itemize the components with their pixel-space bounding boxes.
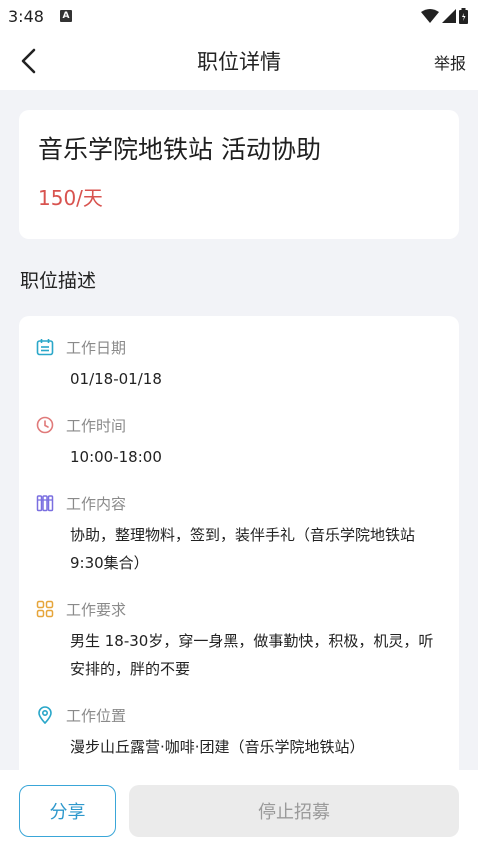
share-button[interactable]: 分享 [19,785,116,837]
report-button[interactable]: 举报 [434,50,466,74]
detail-work-requirements: 工作要求 男生 18-30岁，穿一身黑，做事勤快，积极，机灵，听安排的，胖的不要 [35,598,443,683]
wifi-icon [421,9,439,23]
battery-icon [459,8,468,24]
clock-icon [35,415,55,435]
detail-work-location: 工作位置 漫步山丘露营·咖啡·团建（音乐学院地铁站） [35,704,443,761]
signal-icon [442,9,456,23]
calendar-icon [35,337,55,357]
detail-value: 10:00-18:00 [70,448,162,466]
detail-value: 协助，整理物料，签到，装伴手礼（音乐学院地铁站9:30集合） [70,526,416,572]
status-time: 3:48 [8,6,44,26]
main-content: 音乐学院地铁站 活动协助 150/天 职位描述 工作日期 01/18-01/18… [0,90,478,786]
bottom-action-bar: 分享 停止招募 [0,770,478,850]
detail-label: 工作位置 [66,706,127,725]
page-title: 职位详情 [197,50,281,74]
detail-work-time: 工作时间 10:00-18:00 [35,414,443,471]
detail-label: 工作日期 [66,338,127,357]
job-card: 音乐学院地铁站 活动协助 150/天 [19,110,459,239]
requirements-icon [35,599,55,619]
detail-work-content: 工作内容 协助，整理物料，签到，装伴手礼（音乐学院地铁站9:30集合） [35,492,443,577]
detail-work-date: 工作日期 01/18-01/18 [35,336,443,393]
nav-bar: 职位详情 举报 [0,32,478,90]
stop-recruiting-button[interactable]: 停止招募 [129,785,459,837]
content-icon [35,493,55,513]
detail-value: 男生 18-30岁，穿一身黑，做事勤快，积极，机灵，听安排的，胖的不要 [70,632,434,678]
detail-label: 工作内容 [66,494,127,513]
detail-value: 漫步山丘露营·咖啡·团建（音乐学院地铁站） [70,738,365,756]
location-icon [35,705,55,725]
description-card: 工作日期 01/18-01/18 工作时间 10:00-18:00 工作内容 协… [19,316,459,786]
notification-icon: A [59,10,72,22]
status-bar: 3:48 A [0,0,478,32]
section-title: 职位描述 [20,270,97,292]
detail-label: 工作要求 [66,600,127,619]
job-salary: 150/天 [38,186,103,210]
detail-label: 工作时间 [66,416,127,435]
chevron-left-icon [21,48,36,74]
back-button[interactable] [16,46,44,76]
job-title: 音乐学院地铁站 活动协助 [38,135,321,164]
detail-value: 01/18-01/18 [70,370,162,388]
